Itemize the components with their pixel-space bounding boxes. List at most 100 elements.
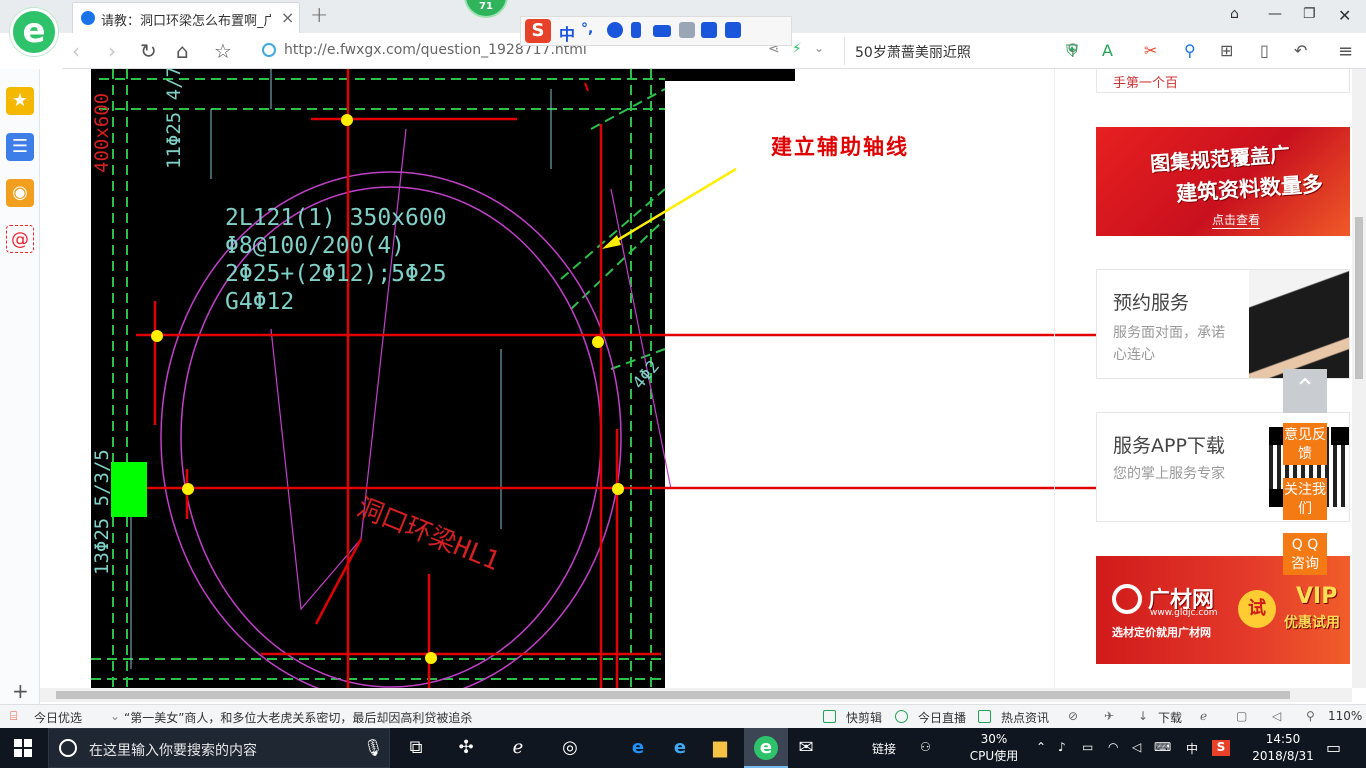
gift-icon[interactable]: ⌸ (10, 709, 17, 724)
refresh-icon[interactable]: ↻ (140, 39, 157, 63)
clock[interactable]: 14:50 2018/8/31 (1248, 731, 1318, 765)
quick-clip-label[interactable]: 快剪辑 (846, 709, 882, 726)
window-icon[interactable]: ▢ (1236, 709, 1247, 723)
search-text[interactable]: 50岁萧蔷美丽近照 (855, 42, 971, 62)
horizontal-scrollbar[interactable] (40, 688, 1352, 702)
clip-icon (823, 710, 836, 723)
restore-button[interactable]: ❐ (1303, 6, 1316, 22)
link-label[interactable]: 链接 (872, 740, 896, 757)
appointment-card[interactable]: 预约服务 服务面对面，承诺心连心 (1096, 269, 1350, 379)
keyboard-icon[interactable] (653, 25, 671, 37)
tray-chevron-icon[interactable]: ⌃ (1036, 740, 1046, 754)
new-tab-button[interactable]: + (310, 3, 328, 28)
tab-close-icon[interactable]: × (281, 8, 294, 27)
fan-app-icon[interactable]: ✣ (454, 736, 478, 760)
atlas-banner-button[interactable]: 点击查看 (1212, 211, 1261, 229)
keyboard-tray-icon[interactable]: ⌨ (1154, 740, 1171, 754)
shield-icon[interactable]: ⛨ (1066, 41, 1078, 61)
people-icon[interactable]: ⚇ (920, 740, 931, 754)
mail-icon[interactable]: ✉ (794, 736, 818, 760)
pin-icon[interactable]: ✈ (1104, 709, 1114, 723)
wrench-icon[interactable] (725, 22, 741, 38)
skin-shirt-icon[interactable] (701, 22, 717, 38)
today-pick-label[interactable]: 今日优选 (34, 709, 82, 726)
internet-explorer-icon[interactable]: e (668, 736, 692, 760)
news-ticker[interactable]: “第一美女”商人，和多位大老虎关系密切，最后却因高利贷被追杀 (124, 709, 472, 726)
forward-icon[interactable]: › (108, 39, 116, 63)
download-label[interactable]: 下载 (1158, 709, 1182, 726)
scissors-icon[interactable]: ✂ (1144, 41, 1157, 60)
vertical-scrollbar[interactable] (1352, 69, 1366, 688)
edge-icon[interactable]: e (626, 736, 650, 760)
home-icon[interactable]: ⌂ (176, 39, 189, 63)
volume-icon[interactable]: ◁ (1272, 709, 1281, 723)
taskbar-search-placeholder[interactable]: 在这里输入你要搜索的内容 (89, 740, 257, 760)
ime-punct-label[interactable]: °, (581, 21, 593, 37)
cpu-usage[interactable]: 30% CPU使用 (964, 731, 1024, 765)
vertical-scroll-thumb[interactable] (1355, 217, 1363, 379)
battery-icon[interactable]: ▭ (1082, 740, 1093, 754)
tray-bell-icon[interactable]: ♪ (1058, 740, 1066, 754)
user-icon[interactable] (679, 22, 695, 38)
speedup-icon[interactable]: ⊘ (1068, 709, 1078, 723)
minimize-button[interactable]: — (1268, 6, 1282, 22)
weibo-icon[interactable]: ◉ (6, 179, 34, 207)
ime-toolbar[interactable]: S 中 °, (520, 16, 792, 46)
favorite-star-icon[interactable]: ☆ (214, 39, 232, 63)
lightning-icon[interactable]: ⚡ (792, 41, 802, 57)
follow-us-button[interactable]: 关注我们 (1283, 478, 1327, 520)
active-browser-task[interactable]: e (744, 728, 788, 768)
task-view-icon[interactable]: ⧉ (404, 736, 428, 760)
emoji-icon[interactable] (607, 22, 623, 38)
file-explorer-icon[interactable]: ▆ (708, 736, 732, 760)
qq-consult-button[interactable]: Q Q 咨询 (1283, 533, 1327, 575)
news-icon[interactable]: ☰ (6, 133, 34, 161)
browser-tab[interactable]: 请教：洞口环梁怎么布置啊_广联 × (72, 2, 300, 33)
cad-spec-line-4: G4Φ12 (225, 289, 295, 315)
windows-taskbar: 在这里输入你要搜索的内容 🎙 ⧉ ✣ ℯ ◎ e e ▆ e ✉ 链接 ⚇ 30… (0, 728, 1366, 768)
ime-zh-label[interactable]: 中 (1186, 740, 1198, 757)
microphone-icon[interactable] (631, 22, 641, 38)
favorites-star-icon[interactable]: ★ (6, 87, 34, 115)
action-center-icon[interactable]: ▭ (1326, 738, 1341, 757)
windows-start-icon[interactable] (14, 739, 32, 757)
download-icon[interactable]: ↓ (1138, 709, 1148, 723)
atlas-banner[interactable]: 图集规范覆盖广 建筑资料数量多 点击查看 (1096, 127, 1350, 236)
speaker-icon[interactable]: ◁ (1132, 740, 1141, 754)
ie-mode-icon[interactable]: ℯ (1200, 709, 1207, 723)
add-sidebar-icon[interactable]: + (12, 679, 29, 703)
chevron-down-icon[interactable]: ⌄ (814, 41, 824, 55)
zoom-icon[interactable]: ⚲ (1306, 709, 1315, 723)
cad-drawing-image: 2L121(1) 350x600 Φ8@100/200(4) 2Φ25+(2Φ1… (91, 69, 1201, 688)
ime-mode-label[interactable]: 中 (559, 21, 575, 45)
appointment-title: 预约服务 (1113, 292, 1190, 314)
gldjc-slogan: 选材定价就用广材网 (1112, 626, 1211, 639)
search-box[interactable]: 50岁萧蔷美丽近照 ⚲ (844, 37, 1094, 65)
undo-icon[interactable]: ↶ (1294, 41, 1307, 60)
hot-news-label[interactable]: 热点资讯 (1001, 709, 1049, 726)
cpu-label: CPU使用 (969, 749, 1019, 763)
phone-icon[interactable]: ▯ (1260, 41, 1269, 60)
back-icon[interactable]: ‹ (72, 39, 80, 63)
feedback-button[interactable]: 意见反馈 (1283, 423, 1327, 465)
wifi-icon[interactable]: ◠ (1108, 740, 1118, 754)
speed-badge[interactable]: 71 (464, 0, 508, 18)
sogou-tray-icon[interactable]: S (1212, 740, 1230, 756)
browser-e-icon[interactable]: ℯ (506, 736, 530, 760)
shirt-icon[interactable]: ⌂ (1230, 6, 1239, 22)
translate-icon[interactable]: A (1102, 41, 1113, 60)
taskbar-search[interactable]: 在这里输入你要搜索的内容 🎙 (48, 728, 390, 768)
zoom-level[interactable]: 110% (1328, 709, 1362, 723)
mail-at-icon[interactable]: @ (6, 225, 34, 253)
horizontal-scroll-thumb[interactable] (56, 691, 1290, 699)
back-to-top-button[interactable]: ⌃ (1283, 369, 1327, 413)
apps-icon[interactable]: ⊞ (1220, 41, 1233, 60)
browser-logo-icon[interactable]: e (10, 8, 58, 56)
taskbar-mic-icon[interactable]: 🎙 (363, 738, 383, 757)
notification-app-icon[interactable]: ◎ (558, 736, 582, 760)
sogou-s-icon[interactable]: S (525, 19, 551, 43)
magnifier-icon[interactable]: ⚲ (1184, 41, 1196, 60)
close-window-button[interactable]: ✕ (1338, 6, 1351, 25)
menu-icon[interactable]: ≡ (1338, 41, 1353, 62)
today-live-label[interactable]: 今日直播 (918, 709, 966, 726)
